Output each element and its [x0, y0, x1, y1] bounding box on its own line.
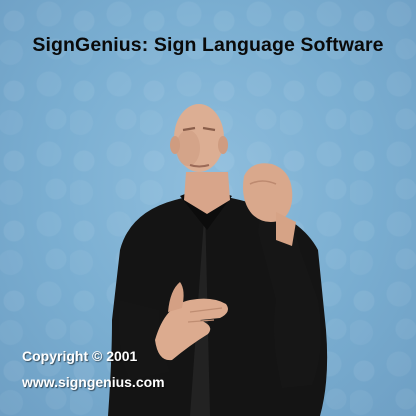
video-frame: SignGenius: Sign Language Software Copyr… — [0, 0, 416, 416]
copyright-text: Copyright © 2001 — [22, 348, 138, 364]
left-ear — [170, 136, 180, 154]
website-text: www.signgenius.com — [22, 374, 165, 390]
video-title: SignGenius: Sign Language Software — [32, 34, 384, 56]
right-ear — [218, 136, 228, 154]
